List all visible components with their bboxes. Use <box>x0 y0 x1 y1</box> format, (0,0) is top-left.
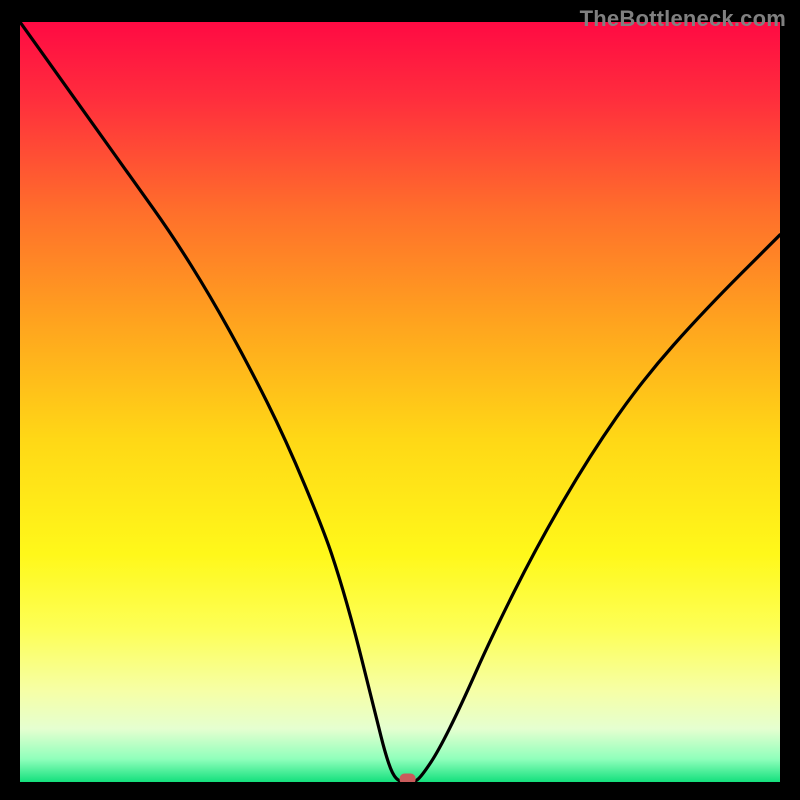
chart-frame: TheBottleneck.com <box>0 0 800 800</box>
optimal-point-marker <box>400 774 416 783</box>
bottleneck-chart <box>20 22 780 782</box>
plot-area <box>20 22 780 782</box>
gradient-background <box>20 22 780 782</box>
watermark-text: TheBottleneck.com <box>580 6 786 32</box>
